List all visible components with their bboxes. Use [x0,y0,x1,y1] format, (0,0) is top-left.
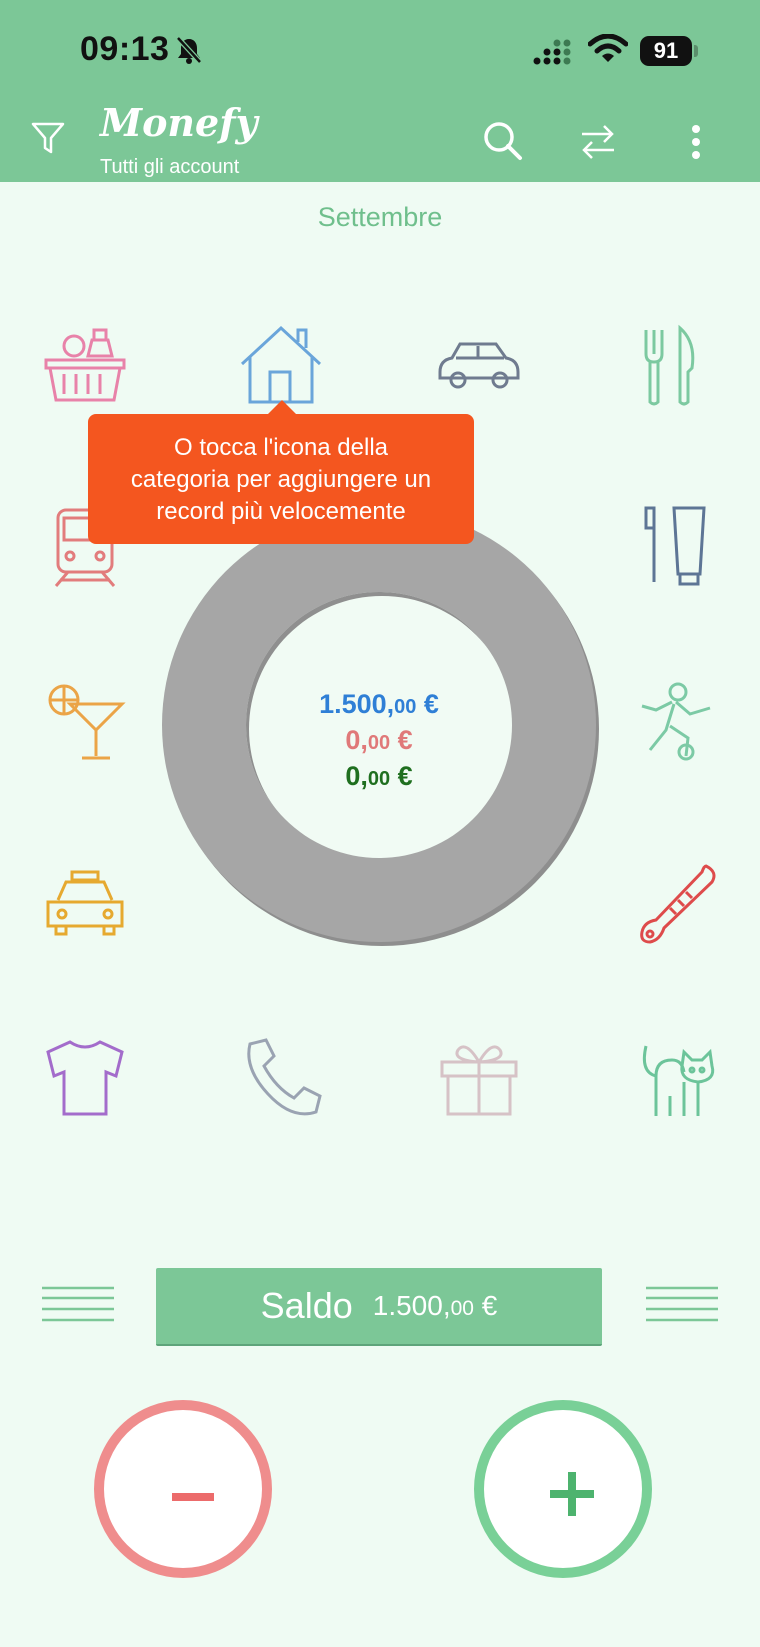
donut-center: 1.500,00 € 0,00 € 0,00 € [246,592,512,858]
balance-label: Saldo [260,1285,353,1326]
app-logo: Monefy [100,100,258,145]
left-menu-lines-icon[interactable] [42,1284,114,1324]
silent-bell-icon [176,36,202,64]
account-selector[interactable]: Tutti gli account [100,156,239,179]
hint-tooltip[interactable]: O tocca l'icona della categoria per aggi… [88,414,474,544]
cat-icon[interactable] [636,1036,722,1122]
tooltip-arrow [268,400,296,414]
plus-icon-vertical [568,1472,576,1516]
phone-icon[interactable] [238,1036,324,1122]
status-time: 09:13 [80,30,170,68]
tooltip-line-2: categoria per aggiungere un [130,466,432,493]
gift-icon[interactable] [436,1036,522,1122]
cutlery-icon[interactable] [630,324,716,410]
more-icon[interactable] [689,124,703,160]
thermometer-icon[interactable] [636,862,722,948]
balance-bar[interactable]: Saldo 1.500,00 € [156,1268,602,1346]
soccer-player-icon[interactable] [636,680,722,766]
battery-tip [694,45,698,57]
groceries-basket-icon[interactable] [42,324,128,410]
app-header: 09:13 91 Monefy Tutti gli account [0,0,760,182]
battery-indicator: 91 [640,36,692,66]
transfer-icon[interactable] [578,122,618,162]
tooltip-line-3: record più velocemente [156,498,406,525]
balance-total: 1.500,00 € [372,1290,498,1321]
signal-icon [533,39,571,65]
tooltip-line-1: O tocca l'icona della [173,434,389,461]
summary-amounts: 1.500,00 € 0,00 € 0,00 € [246,688,512,796]
expense-amount: 0,00 € [345,725,413,755]
balance-amount: 1.500,00 € [319,689,439,719]
minus-icon [172,1493,214,1501]
wifi-icon [588,34,628,62]
income-amount: 0,00 € [345,761,413,791]
filter-icon[interactable] [30,118,66,158]
add-expense-button[interactable] [94,1400,272,1578]
house-icon[interactable] [238,324,324,410]
tshirt-icon[interactable] [42,1036,128,1122]
expense-donut-chart[interactable]: 1.500,00 € 0,00 € 0,00 € [162,508,596,942]
month-title[interactable]: Settembre [0,202,760,233]
car-icon[interactable] [436,324,522,410]
cocktail-icon[interactable] [42,680,128,766]
search-icon[interactable] [482,120,524,162]
taxi-icon[interactable] [42,862,128,948]
add-income-button[interactable] [474,1400,652,1578]
toothbrush-icon[interactable] [630,504,716,590]
right-menu-lines-icon[interactable] [646,1284,718,1324]
